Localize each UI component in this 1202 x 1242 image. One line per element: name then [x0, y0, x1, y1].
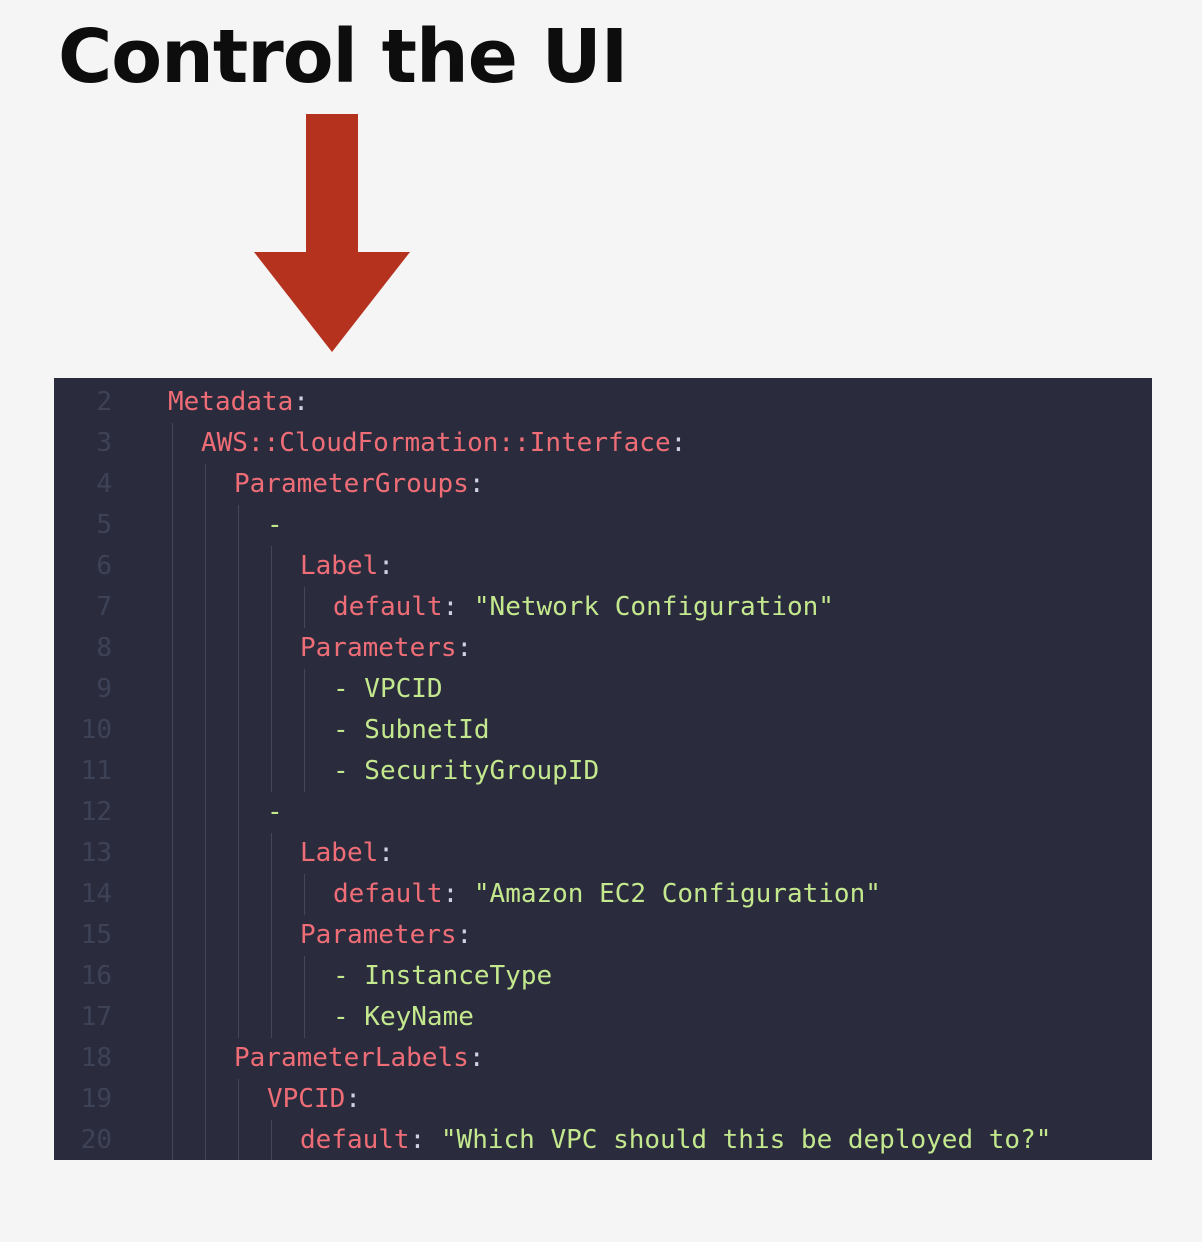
line-number: 2 [96, 387, 112, 417]
line-number: 9 [96, 674, 112, 704]
code-line: 11 - SecurityGroupID [54, 751, 1152, 792]
yaml-key: ParameterLabels [234, 1043, 469, 1073]
yaml-separator: : [409, 1125, 441, 1155]
yaml-separator: : [345, 1084, 361, 1114]
code-line: 20 default: "Which VPC should this be dep… [54, 1120, 1152, 1160]
code-line: 12 - [54, 792, 1152, 833]
yaml-key: Label [300, 551, 379, 581]
line-number: 19 [80, 1084, 112, 1114]
code-line: 3 AWS::CloudFormation::Interface: [54, 423, 1152, 464]
line-number: 20 [80, 1125, 112, 1155]
yaml-string-value: "Network Configuration" [473, 592, 834, 622]
yaml-separator: : [442, 879, 474, 909]
code-line: 15 Parameters: [54, 915, 1152, 956]
arrow-down-icon [254, 114, 410, 352]
code-line: 18 ParameterLabels: [54, 1038, 1152, 1079]
line-number: 3 [96, 428, 112, 458]
yaml-key: VPCID [267, 1084, 346, 1114]
code-line: 4 ParameterGroups: [54, 464, 1152, 505]
code-content: Metadata: [168, 382, 309, 423]
yaml-key: Parameters [300, 920, 457, 950]
code-line: 7 default: "Network Configuration" [54, 587, 1152, 628]
code-line: 8 Parameters: [54, 628, 1152, 669]
code-content: - InstanceType [333, 956, 552, 997]
line-number: 11 [80, 756, 112, 786]
slide: Control the UI 2 Metadata: 3 AWS::CloudForm… [0, 0, 1202, 1242]
code-content: Label: [300, 546, 394, 587]
line-number: 15 [80, 920, 112, 950]
code-content: default: "Which VPC should this be deplo… [300, 1120, 1051, 1160]
code-content: Label: [300, 833, 394, 874]
yaml-string-value: "Which VPC should this be deployed to?" [440, 1125, 1052, 1155]
code-content: Parameters: [300, 628, 472, 669]
yaml-key: Metadata [168, 387, 294, 417]
code-content: - [267, 792, 283, 833]
code-line: 2 Metadata: [54, 382, 1152, 423]
yaml-separator: : [670, 428, 687, 458]
code-line: 9 - VPCID [54, 669, 1152, 710]
line-number: 18 [80, 1043, 112, 1073]
code-content: Parameters: [300, 915, 472, 956]
yaml-separator: : [378, 838, 394, 868]
line-number: 6 [96, 551, 112, 581]
line-number: 17 [80, 1002, 112, 1032]
yaml-list-item: - KeyName [333, 1002, 474, 1032]
code-line: 6 Label: [54, 546, 1152, 587]
code-editor: 2 Metadata: 3 AWS::CloudFormation::Interfac… [54, 378, 1152, 1160]
code-line: 5- [54, 505, 1152, 546]
line-number: 13 [80, 838, 112, 868]
yaml-separator: : [456, 633, 473, 663]
yaml-separator: : [468, 1043, 485, 1073]
code-content: - [267, 505, 283, 546]
code-line: 14 default: "Amazon EC2 Configuration" [54, 874, 1152, 915]
code-content: ParameterGroups: [234, 464, 484, 505]
code-line: 16 - InstanceType [54, 956, 1152, 997]
yaml-separator: : [378, 551, 394, 581]
yaml-key: default [333, 592, 443, 622]
code-content: - VPCID [333, 669, 443, 710]
yaml-key: Parameters [300, 633, 457, 663]
yaml-key: default [333, 879, 443, 909]
yaml-list-item: - SecurityGroupID [333, 756, 600, 786]
yaml-list-item: - [267, 797, 283, 827]
code-content: ParameterLabels: [234, 1038, 484, 1079]
line-number: 7 [96, 592, 112, 622]
code-content: default: "Network Configuration" [333, 587, 834, 628]
yaml-separator: : [293, 387, 309, 417]
line-number: 8 [96, 633, 112, 663]
code-line: 10 - SubnetId [54, 710, 1152, 751]
yaml-separator: : [442, 592, 474, 622]
yaml-key: default [300, 1125, 410, 1155]
yaml-key: AWS::CloudFormation::Interface [201, 428, 671, 458]
yaml-list-item: - [267, 510, 283, 540]
yaml-string-value: "Amazon EC2 Configuration" [473, 879, 881, 909]
line-number: 10 [80, 715, 112, 745]
code-content: - KeyName [333, 997, 474, 1038]
line-number: 14 [80, 879, 112, 909]
yaml-separator: : [456, 920, 473, 950]
yaml-list-item: - VPCID [333, 674, 443, 704]
code-content: VPCID: [267, 1079, 361, 1120]
line-number: 12 [80, 797, 112, 827]
yaml-key: Label [300, 838, 379, 868]
code-line: 19 VPCID: [54, 1079, 1152, 1120]
line-number: 4 [96, 469, 112, 499]
code-content: default: "Amazon EC2 Configuration" [333, 874, 881, 915]
code-content: AWS::CloudFormation::Interface: [201, 423, 686, 464]
code-content: - SubnetId [333, 710, 490, 751]
yaml-list-item: - SubnetId [333, 715, 490, 745]
code-content: - SecurityGroupID [333, 751, 599, 792]
line-number: 16 [80, 961, 112, 991]
code-line: 13 Label: [54, 833, 1152, 874]
slide-title: Control the UI [58, 14, 628, 100]
yaml-key: ParameterGroups [234, 469, 469, 499]
yaml-separator: : [468, 469, 485, 499]
code-line: 17 - KeyName [54, 997, 1152, 1038]
yaml-list-item: - InstanceType [333, 961, 553, 991]
line-number: 5 [96, 510, 112, 540]
